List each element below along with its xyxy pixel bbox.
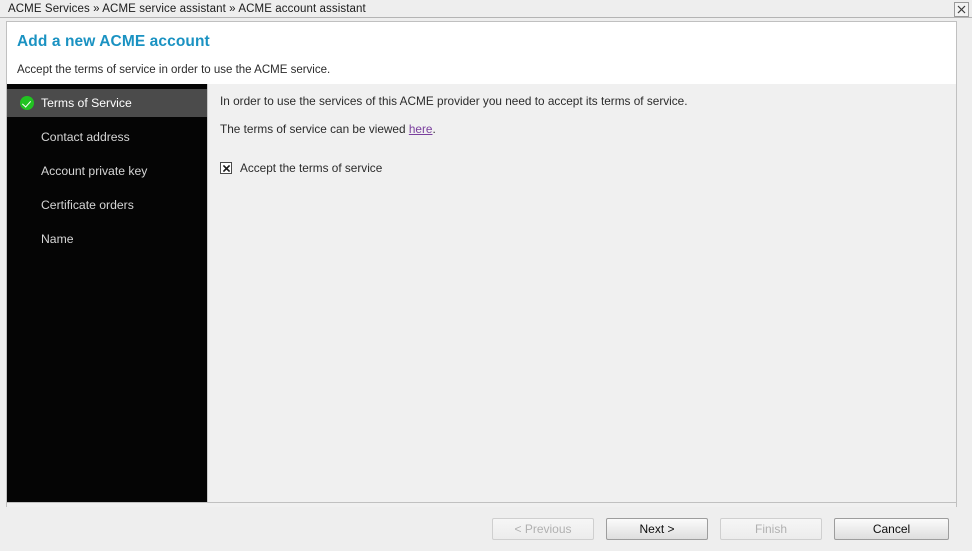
breadcrumb: ACME Services » ACME service assistant »… xyxy=(8,2,366,15)
terms-intro-text: In order to use the services of this ACM… xyxy=(220,94,688,108)
accept-terms-label: Accept the terms of service xyxy=(240,161,383,175)
sidebar-item-certificate-orders[interactable]: Certificate orders xyxy=(7,191,207,219)
window-titlebar: ACME Services » ACME service assistant »… xyxy=(0,0,972,18)
sidebar-item-contact-address[interactable]: Contact address xyxy=(7,123,207,151)
accept-terms-row: Accept the terms of service xyxy=(220,161,944,175)
wizard-body: Terms of Service Contact address Account… xyxy=(7,84,956,502)
wizard-button-bar: < Previous Next > Finish Cancel xyxy=(6,507,957,551)
terms-link-prefix: The terms of service can be viewed xyxy=(220,122,409,136)
page-title: Add a new ACME account xyxy=(17,33,210,50)
sidebar-item-terms-of-service[interactable]: Terms of Service xyxy=(7,89,207,117)
next-button[interactable]: Next > xyxy=(606,518,708,540)
wizard-panel: Add a new ACME account Accept the terms … xyxy=(6,21,957,526)
terms-of-service-link[interactable]: here xyxy=(409,122,433,136)
sidebar-item-label: Name xyxy=(41,232,74,246)
sidebar-item-name[interactable]: Name xyxy=(7,225,207,253)
sidebar-item-label: Certificate orders xyxy=(41,198,134,212)
check-circle-icon xyxy=(20,96,34,110)
accept-terms-checkbox[interactable] xyxy=(220,162,232,174)
previous-button[interactable]: < Previous xyxy=(492,518,594,540)
page-subtitle: Accept the terms of service in order to … xyxy=(17,64,331,76)
sidebar-item-account-private-key[interactable]: Account private key xyxy=(7,157,207,185)
sidebar-item-label: Contact address xyxy=(41,130,130,144)
wizard-content-pane: In order to use the services of this ACM… xyxy=(207,84,956,502)
terms-link-text: The terms of service can be viewed here. xyxy=(220,122,944,137)
wizard-step-sidebar: Terms of Service Contact address Account… xyxy=(7,84,207,502)
acme-account-assistant-window: ACME Services » ACME service assistant »… xyxy=(0,0,972,551)
wizard-header: Add a new ACME account Accept the terms … xyxy=(7,22,956,84)
close-icon xyxy=(956,4,967,15)
checkmark-x-icon xyxy=(222,164,231,173)
sidebar-item-label: Terms of Service xyxy=(41,96,132,110)
terms-link-suffix: . xyxy=(432,122,436,136)
close-button[interactable] xyxy=(954,2,969,17)
cancel-button[interactable]: Cancel xyxy=(834,518,949,540)
sidebar-item-label: Account private key xyxy=(41,164,148,178)
finish-button[interactable]: Finish xyxy=(720,518,822,540)
